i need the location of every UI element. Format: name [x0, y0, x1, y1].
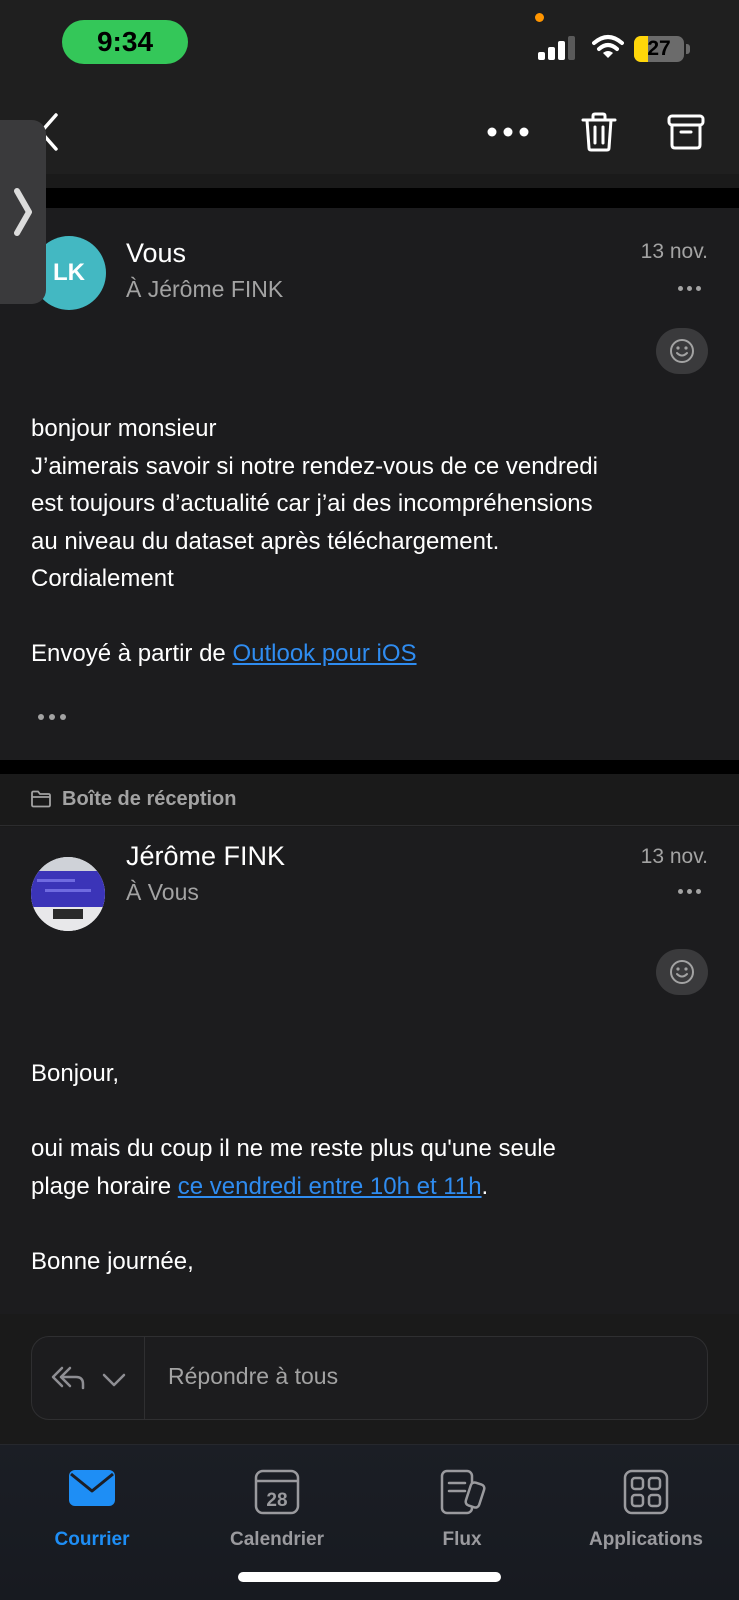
- body-closing: Bonne journée,: [31, 1247, 194, 1275]
- message-body: bonjour monsieur J’aimerais savoir si no…: [31, 410, 721, 673]
- folder-label: Boîte de réception: [62, 788, 237, 810]
- tab-courrier[interactable]: Courrier: [7, 1457, 177, 1557]
- calendar-day: 28: [266, 1490, 287, 1511]
- ellipsis-icon: [487, 127, 529, 137]
- body-greeting: Bonjour,: [31, 1060, 120, 1087]
- date-time-link[interactable]: ce vendredi entre 10h et 11h: [178, 1173, 482, 1200]
- tab-calendrier[interactable]: 28 Calendrier: [192, 1457, 362, 1557]
- body-line: plage horaire ce vendredi entre 10h et 1…: [31, 1168, 721, 1206]
- tab-flux[interactable]: Flux: [377, 1457, 547, 1557]
- profile-photo: [31, 857, 105, 931]
- message-options-button[interactable]: [678, 286, 701, 291]
- privacy-indicator-dot: [535, 13, 544, 22]
- tab-applications[interactable]: Applications: [561, 1457, 731, 1557]
- wifi-icon: [592, 35, 624, 58]
- cellular-signal-icon: [538, 36, 575, 60]
- reply-all-input[interactable]: Répondre à tous: [168, 1363, 338, 1390]
- tab-label: Applications: [588, 1529, 703, 1550]
- body-text-prefix: plage horaire: [31, 1172, 178, 1200]
- body-line: est toujours d’actualité car j’ai des in…: [31, 490, 593, 517]
- trash-icon: [581, 112, 617, 152]
- message-body: Bonjour, oui mais du coup il ne me reste…: [31, 1055, 721, 1280]
- folder-indicator: Boîte de réception: [0, 774, 739, 826]
- more-options-button[interactable]: [482, 108, 534, 156]
- tab-label: Courrier: [54, 1529, 130, 1550]
- reply-bar: Répondre à tous: [0, 1314, 739, 1444]
- add-reaction-button[interactable]: [656, 328, 708, 374]
- message-card-1[interactable]: LK Vous À Jérôme FINK 13 nov. bonjour mo…: [0, 208, 739, 760]
- outlook-ios-link[interactable]: Outlook pour iOS: [232, 640, 416, 667]
- message-date: 13 nov.: [640, 240, 708, 263]
- smiley-icon: [670, 339, 694, 363]
- folder-icon: [31, 790, 51, 808]
- sender-name: Vous: [126, 238, 187, 268]
- chevron-down-icon: [102, 1373, 126, 1387]
- body-line: J’aimerais savoir si notre rendez-vous d…: [31, 452, 598, 480]
- recipient-line: À Vous: [126, 879, 199, 905]
- status-time: 9:34: [62, 20, 188, 64]
- body-line: bonjour monsieur: [31, 415, 217, 442]
- archive-box-icon: [667, 114, 705, 150]
- show-quoted-text-button[interactable]: [38, 714, 66, 720]
- signature-line: Envoyé à partir de Outlook pour iOS: [31, 635, 721, 673]
- body-line: Cordialement: [31, 565, 174, 592]
- reply-options-button[interactable]: [32, 1337, 145, 1419]
- message-date: 13 nov.: [640, 845, 708, 868]
- battery-level: 27: [647, 37, 671, 60]
- calendar-icon: 28: [254, 1469, 300, 1515]
- archive-button[interactable]: [660, 104, 712, 160]
- mail-icon: [69, 1470, 115, 1506]
- avatar[interactable]: [31, 857, 105, 931]
- body-line: au niveau du dataset après téléchargemen…: [31, 527, 500, 555]
- home-indicator[interactable]: [238, 1572, 501, 1582]
- tab-label: Calendrier: [230, 1529, 324, 1550]
- apps-grid-icon: [623, 1469, 669, 1515]
- status-bar: 9:34 27: [0, 0, 739, 92]
- smiley-icon: [670, 960, 694, 984]
- reply-all-icon: [51, 1366, 85, 1390]
- battery-indicator: 27: [634, 36, 690, 62]
- reply-box[interactable]: Répondre à tous: [31, 1336, 708, 1420]
- message-options-button[interactable]: [678, 889, 701, 894]
- message-card-2[interactable]: Jérôme FINK À Vous 13 nov. Bonjour, oui …: [0, 827, 739, 1314]
- sender-name: Jérôme FINK: [126, 841, 286, 871]
- add-reaction-button[interactable]: [656, 949, 708, 995]
- feed-icon: [440, 1469, 486, 1515]
- delete-button[interactable]: [574, 104, 624, 160]
- recipient-line: À Jérôme FINK: [126, 276, 284, 302]
- message-toolbar: [0, 92, 739, 174]
- body-line: oui mais du coup il ne me reste plus qu'…: [31, 1135, 556, 1162]
- tab-label: Flux: [442, 1529, 482, 1550]
- chevron-right-icon: [14, 188, 32, 236]
- side-panel-tab[interactable]: [0, 120, 46, 304]
- signature-prefix: Envoyé à partir de: [31, 640, 233, 667]
- body-text-suffix: .: [481, 1172, 489, 1200]
